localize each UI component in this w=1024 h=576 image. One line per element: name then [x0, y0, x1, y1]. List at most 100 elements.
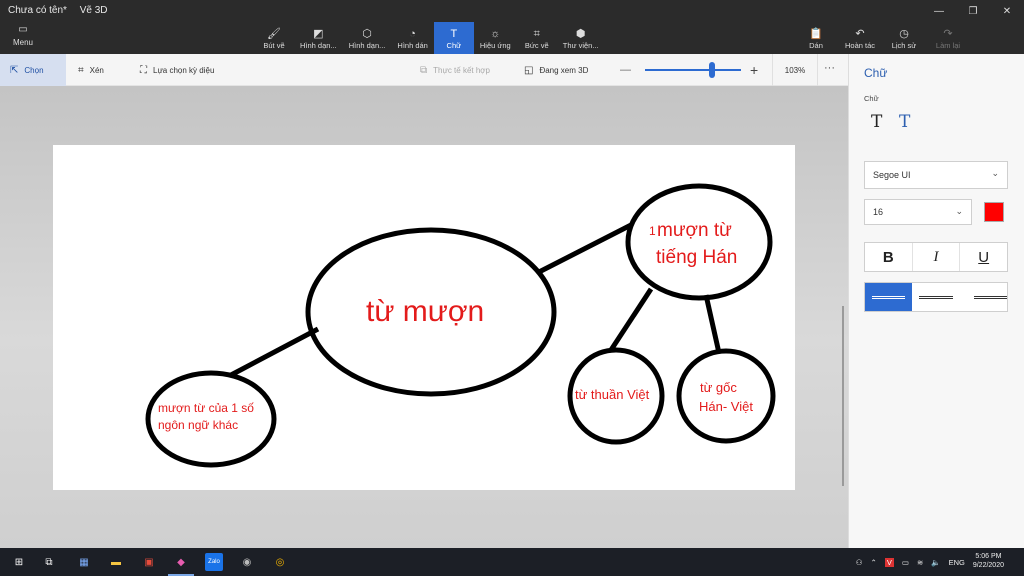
cursor-icon: ⇱: [10, 64, 19, 76]
font-size-dropdown[interactable]: 16 ⌄: [864, 199, 972, 225]
file-explorer-icon[interactable]: ▬: [107, 553, 125, 571]
3d-view-icon: ◱: [524, 64, 534, 76]
paste-icon: 📋: [809, 27, 823, 40]
paint-3d-icon[interactable]: ◆: [172, 553, 190, 571]
top-right-text-line-2[interactable]: tiếng Hán: [656, 247, 737, 269]
language-indicator[interactable]: ENG: [949, 558, 965, 567]
task-view-icon[interactable]: ⧉: [40, 553, 58, 571]
volume-icon[interactable]: 🔈: [931, 558, 940, 567]
taskbar: ⊞ ⧉ ▦ ▬ ▣ ◆ Zalo ◉ ◎ ⚇ ⌃ V ▭ ≋ 🔈 ENG 5:0…: [0, 548, 1024, 576]
people-icon[interactable]: ⚇: [856, 558, 863, 567]
canvas-icon: ⌗: [533, 27, 540, 40]
align-center-button[interactable]: [912, 283, 959, 311]
select-tool-button[interactable]: ⇱ Chọn: [0, 54, 66, 86]
folder-icon: ▭: [18, 24, 28, 35]
font-family-value: Segoe UI: [873, 170, 911, 180]
view-3d-button[interactable]: ◱ Đang xem 3D: [524, 54, 588, 86]
tab-label: Bút vẽ: [263, 40, 285, 50]
tab-label: Hình dạn...: [348, 40, 386, 50]
chevron-down-icon: ⌄: [955, 206, 963, 216]
windows-start-icon[interactable]: ⊞: [10, 553, 28, 571]
align-left-button[interactable]: [865, 283, 913, 311]
drawing-canvas[interactable]: từ mượn 1 mượn từ tiếng Hán mượn từ của …: [53, 145, 795, 490]
center-text[interactable]: từ mượn: [366, 295, 484, 330]
magic-select-button[interactable]: ⛶ Lựa chọn kỳ diệu: [140, 54, 214, 86]
connector-bottom-mid: [608, 287, 654, 352]
text-icon: T: [450, 27, 458, 40]
vertical-scrollbar[interactable]: [842, 306, 844, 486]
align-right-button[interactable]: [960, 283, 1007, 311]
chrome-icon[interactable]: ◎: [271, 553, 289, 571]
tab-text[interactable]: T Chữ: [433, 22, 474, 54]
menu-button[interactable]: ▭ Menu: [6, 24, 40, 50]
font-family-dropdown[interactable]: Segoe UI ⌄: [864, 161, 1008, 189]
tab-label: Hình dạn...: [300, 40, 337, 50]
tab-label: Chữ: [446, 40, 462, 50]
undo-button[interactable]: ↶ Hoàn tác: [838, 22, 882, 54]
app-icon[interactable]: ▣: [140, 553, 158, 571]
camera-icon[interactable]: ◉: [238, 553, 256, 571]
redo-button[interactable]: ↷ Làm lại: [926, 22, 970, 54]
tab-label: Thư viện...: [562, 40, 599, 50]
maximize-icon[interactable]: ❐: [956, 0, 990, 22]
minimize-icon[interactable]: —: [922, 0, 956, 22]
crop-button[interactable]: ⌗ Xén: [78, 54, 104, 86]
text-color-swatch[interactable]: [984, 202, 1004, 222]
stray-mark-text: 1: [649, 224, 656, 238]
underline-button[interactable]: U: [960, 243, 1007, 271]
clock-date: 9/22/2020: [972, 562, 1004, 569]
history-button[interactable]: ◷ Lịch sử: [882, 22, 926, 54]
chevron-up-icon[interactable]: ⌃: [871, 558, 877, 567]
connector-bottom-right: [703, 294, 722, 354]
close-icon[interactable]: ✕: [990, 0, 1024, 22]
top-right-text-line-1[interactable]: mượn từ: [657, 220, 732, 242]
left-text-line-1[interactable]: mượn từ của 1 số: [158, 401, 254, 416]
tab-brushes[interactable]: 🖌 Bút vẽ: [254, 22, 294, 54]
text-format-group: B I U: [864, 242, 1008, 272]
wifi-icon[interactable]: ≋: [917, 558, 923, 567]
tab-canvas[interactable]: ⌗ Bức vẽ: [517, 22, 557, 54]
bottom-mid-text[interactable]: từ thuần Việt: [575, 387, 649, 403]
undo-label: Hoàn tác: [844, 40, 876, 50]
more-options-icon[interactable]: ···: [824, 62, 835, 74]
tab-label: Hình dán: [397, 40, 428, 50]
zoom-in-icon[interactable]: +: [750, 62, 758, 78]
menu-label: Menu: [12, 38, 33, 47]
bottom-right-text-line-2[interactable]: Hán- Việt: [699, 399, 753, 415]
bottom-right-text-line-1[interactable]: từ gốc: [700, 380, 737, 396]
zoom-slider[interactable]: [645, 69, 741, 71]
clock[interactable]: 5:06 PM 9/22/2020: [973, 553, 1004, 571]
mixed-reality-button[interactable]: ⧉ Thực tế kết hợp: [420, 54, 490, 86]
bold-button[interactable]: B: [865, 243, 913, 271]
effects-icon: ☼: [490, 27, 501, 40]
italic-button[interactable]: I: [913, 243, 961, 271]
window-controls: — ❐ ✕: [922, 0, 1024, 22]
zoom-slider-thumb[interactable]: [709, 62, 716, 78]
library-icon: ⬢: [575, 27, 586, 40]
tab-stickers[interactable]: ◔ Hình dán: [391, 22, 433, 54]
vietnamese-input-icon[interactable]: V: [884, 557, 894, 567]
calculator-icon[interactable]: ▦: [75, 553, 93, 571]
brush-icon: 🖌: [267, 27, 281, 40]
3d-text-icon[interactable]: T: [899, 112, 910, 132]
tab-library[interactable]: ⬢ Thư viện...: [557, 22, 605, 54]
2d-text-icon[interactable]: T: [871, 112, 882, 132]
connector-top-right: [537, 222, 633, 275]
mixed-reality-icon: ⧉: [420, 64, 428, 76]
zalo-icon[interactable]: Zalo: [205, 553, 223, 571]
paste-button[interactable]: 📋 Dán: [794, 22, 838, 54]
history-label: Lịch sử: [891, 40, 917, 50]
drive-icon[interactable]: ▭: [902, 558, 909, 567]
magic-select-icon: ⛶: [140, 64, 147, 76]
system-tray: ⚇ ⌃ V ▭ ≋ 🔈 ENG 5:06 PM 9/22/2020: [856, 548, 1024, 576]
tab-3d-shapes[interactable]: ⬡ Hình dạn...: [343, 22, 392, 54]
history-icon: ◷: [899, 27, 909, 40]
left-text-line-2[interactable]: ngôn ngữ khác: [158, 418, 238, 433]
tab-2d-shapes[interactable]: ◩ Hình dạn...: [294, 22, 343, 54]
tab-effects[interactable]: ☼ Hiệu ứng: [474, 22, 517, 54]
zoom-level: 103%: [772, 54, 818, 86]
zoom-out-icon[interactable]: —: [620, 64, 631, 76]
clock-time: 5:06 PM: [975, 553, 1002, 561]
ribbon-tabs: 🖌 Bút vẽ ◩ Hình dạn... ⬡ Hình dạn... ◔ H…: [254, 22, 605, 54]
tab-label: Bức vẽ: [524, 40, 549, 50]
